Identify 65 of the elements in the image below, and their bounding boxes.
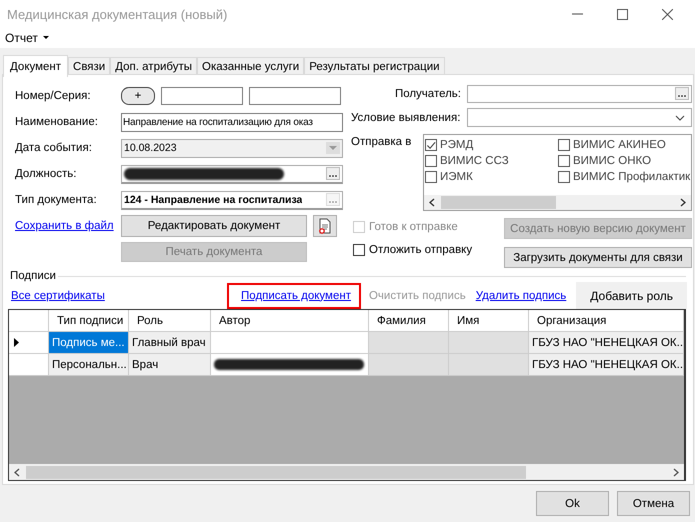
checkbox[interactable] [558,171,570,183]
window-title: Медицинская документация (новый) [7,6,228,22]
current-row-icon [14,338,19,347]
send-option[interactable]: ВИМИС Профилактик [558,169,691,185]
checkbox[interactable] [425,139,437,151]
table-cell: ГБУЗ НАО "НЕНЕЦКАЯ ОК... [529,354,684,376]
all-certificates-link[interactable]: Все сертификаты [11,290,105,302]
field-value: 124 - Направление на госпитализа [124,194,302,206]
chevron-right-icon[interactable] [680,198,686,207]
field-label: Номер/Серия: [14,90,92,102]
table-cell[interactable]: Подпись ме... [49,332,129,354]
checkbox[interactable] [558,155,570,167]
horizontal-scrollbar[interactable] [424,195,691,210]
document-button[interactable] [313,215,337,237]
send-option[interactable]: ВИМИС ОНКО [558,153,691,169]
field-label: Отправка в [351,135,412,150]
add-role-button[interactable]: Добавить роль [576,282,687,309]
checkbox[interactable] [425,171,437,183]
name-field[interactable]: Направление на госпитализацию для оказ [121,112,343,132]
series-field[interactable] [249,87,341,105]
send-option[interactable]: ИЭМК [425,169,558,185]
maximize-icon[interactable] [617,8,628,20]
chevron-left-icon[interactable] [429,198,435,207]
chevron-left-icon[interactable] [14,468,20,476]
horizontal-scrollbar[interactable] [9,464,684,480]
checkbox[interactable] [425,155,437,167]
tab[interactable]: Документ [3,55,68,77]
ellipsis-icon[interactable] [675,87,689,100]
dialog-button[interactable]: Ok [536,491,609,516]
field-label: Тип документа: [14,194,98,206]
field-label: Дата события: [14,142,93,154]
table-cell: Главный врач [129,332,211,354]
checkmark-icon [426,140,436,150]
menu-item[interactable]: Отчет [3,31,51,45]
chevron-right-icon[interactable] [673,468,679,476]
edit-document-button[interactable]: Редактировать документ [121,215,307,237]
caret-icon [42,36,49,40]
group-title: Подписи [7,270,58,282]
lookup-field[interactable] [121,164,343,184]
minimize-icon[interactable] [572,13,583,15]
load-documents-button[interactable]: Загрузить документы для связи [504,247,692,268]
checkbox[interactable] [558,139,570,151]
signature-action-link[interactable]: Подписать документ [229,284,359,306]
field-label: Получатель: [394,88,462,100]
document-icon [318,218,332,234]
table-cell: Врач [129,354,211,376]
table-cell: ГБУЗ НАО "НЕНЕЦКАЯ ОК... [529,332,684,354]
field-label: Наименование: [14,116,99,128]
ellipsis-icon[interactable] [326,167,340,180]
table-cell[interactable]: Персональн... [49,354,129,376]
chevron-down-icon [675,114,685,120]
send-option[interactable]: ВИМИС АКИНЕО [558,137,691,153]
recipient-field[interactable] [467,84,692,102]
close-icon[interactable] [662,8,673,20]
send-option[interactable]: ВИМИС ССЗ [425,153,558,169]
add-button[interactable]: + [121,87,155,105]
field-label: Условие выявления: [351,112,462,124]
save-to-file-link[interactable]: Сохранить в файл [7,220,115,232]
send-option[interactable]: РЭМД [425,137,558,153]
postpone-checkbox[interactable]: Отложить отправку [353,241,493,258]
dialog-button[interactable]: Отмена [617,491,690,516]
signature-action-link[interactable]: Удалить подпись [476,290,566,302]
tab[interactable]: Связи [68,57,110,76]
number-field[interactable] [161,87,243,105]
field-label: Должность: [14,168,78,180]
